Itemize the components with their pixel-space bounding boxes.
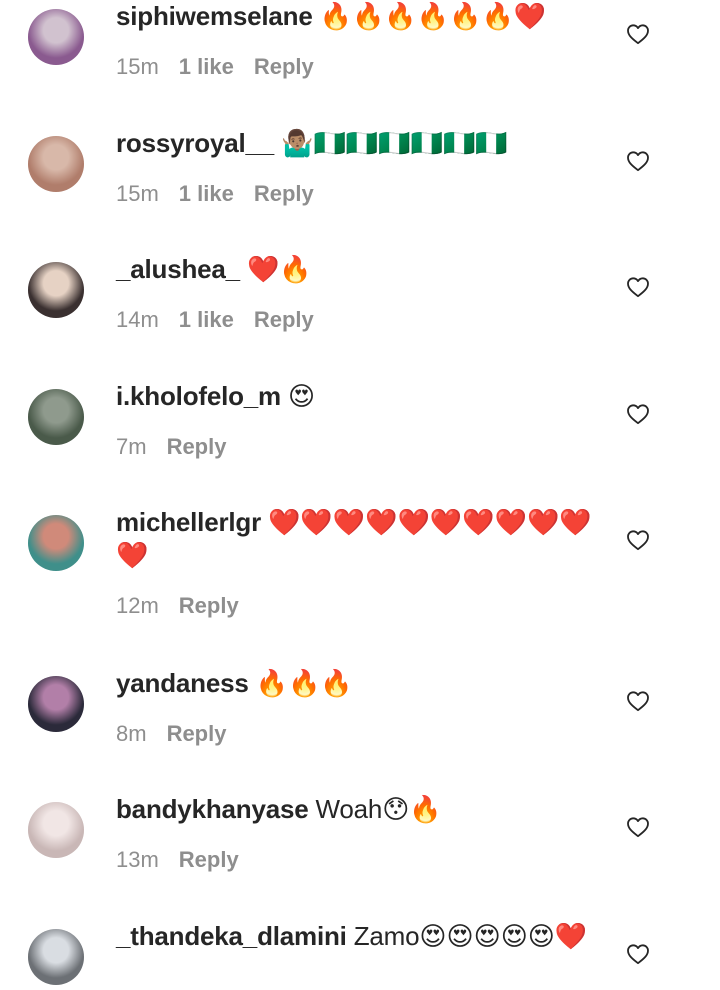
comment-body: yandaness 🔥🔥🔥 8m Reply xyxy=(116,667,596,748)
comment-meta: 15m 1 like Reply xyxy=(116,180,596,208)
comment-emoji: 😍😍😍😍😍❤️ xyxy=(419,922,588,952)
username[interactable]: rossyroyal__ xyxy=(116,128,274,158)
avatar-image xyxy=(28,515,84,571)
reply-button[interactable]: Reply xyxy=(179,847,239,872)
like-count[interactable]: 1 like xyxy=(179,307,234,332)
comment-list: siphiwemselane 🔥🔥🔥🔥🔥🔥❤️ 15m 1 like Reply ros… xyxy=(0,0,720,990)
avatar-image xyxy=(28,676,84,732)
comment-emoji: 🔥🔥🔥🔥🔥🔥❤️ xyxy=(319,2,547,32)
like-count[interactable]: 1 like xyxy=(179,54,234,79)
comment-meta: 7m Reply xyxy=(116,433,596,461)
avatar[interactable] xyxy=(28,9,84,65)
comment-text: Zamo xyxy=(353,921,420,951)
timestamp: 15m xyxy=(116,181,159,206)
reply-button[interactable]: Reply xyxy=(254,307,314,332)
like-heart-icon[interactable] xyxy=(626,150,650,172)
reply-button[interactable]: Reply xyxy=(254,54,314,79)
comment-body: bandykhanyase Woah😯🔥 13m Reply xyxy=(116,793,596,874)
comment-body: michellerlgr ❤️❤️❤️❤️❤️❤️❤️❤️❤️❤️❤️ 12m Re… xyxy=(116,506,596,620)
username[interactable]: michellerlgr xyxy=(116,507,261,537)
avatar-image xyxy=(28,136,84,192)
username[interactable]: i.kholofelo_m xyxy=(116,381,281,411)
username[interactable]: siphiwemselane xyxy=(116,1,313,31)
comment-line: bandykhanyase Woah😯🔥 xyxy=(116,793,596,826)
comment-body: _alushea_ ❤️🔥 14m 1 like Reply xyxy=(116,253,596,334)
like-heart-icon[interactable] xyxy=(626,816,650,838)
comment-emoji: 😯🔥 xyxy=(382,795,442,825)
avatar-image xyxy=(28,389,84,445)
comment-emoji: 🔥🔥🔥 xyxy=(255,669,353,699)
username[interactable]: _alushea_ xyxy=(116,254,240,284)
avatar[interactable] xyxy=(28,389,84,445)
username[interactable]: yandaness xyxy=(116,668,249,698)
timestamp: 15m xyxy=(116,54,159,79)
comment-body: siphiwemselane 🔥🔥🔥🔥🔥🔥❤️ 15m 1 like Reply xyxy=(116,0,596,81)
timestamp: 14m xyxy=(116,307,159,332)
comment-line: _alushea_ ❤️🔥 xyxy=(116,253,596,286)
avatar-image xyxy=(28,262,84,318)
avatar[interactable] xyxy=(28,515,84,571)
comment-text: Woah xyxy=(315,794,383,824)
avatar[interactable] xyxy=(28,262,84,318)
comment-body: _thandeka_dlamini Zamo😍😍😍😍😍❤️ xyxy=(116,920,596,953)
comment-meta: 15m 1 like Reply xyxy=(116,53,596,81)
avatar[interactable] xyxy=(28,136,84,192)
comment-meta: 8m Reply xyxy=(116,720,596,748)
timestamp: 7m xyxy=(116,434,147,459)
comment-body: rossyroyal__ 🤷🏽‍♂️🇳🇬🇳🇬🇳🇬🇳🇬🇳🇬🇳🇬 15m 1 like R… xyxy=(116,127,596,208)
avatar-image xyxy=(28,802,84,858)
reply-button[interactable]: Reply xyxy=(254,181,314,206)
like-heart-icon[interactable] xyxy=(626,690,650,712)
comment-line: yandaness 🔥🔥🔥 xyxy=(116,667,596,700)
reply-button[interactable]: Reply xyxy=(179,593,239,618)
timestamp: 8m xyxy=(116,721,147,746)
comment-line: _thandeka_dlamini Zamo😍😍😍😍😍❤️ xyxy=(116,920,596,953)
comment-line: siphiwemselane 🔥🔥🔥🔥🔥🔥❤️ xyxy=(116,0,596,33)
comment-emoji: 🤷🏽‍♂️🇳🇬🇳🇬🇳🇬🇳🇬🇳🇬🇳🇬 xyxy=(281,129,508,159)
comment-emoji: 😍 xyxy=(288,382,316,412)
avatar-image xyxy=(28,9,84,65)
timestamp: 12m xyxy=(116,593,159,618)
comment-line: rossyroyal__ 🤷🏽‍♂️🇳🇬🇳🇬🇳🇬🇳🇬🇳🇬🇳🇬 xyxy=(116,127,596,160)
like-heart-icon[interactable] xyxy=(626,23,650,45)
comment-body: i.kholofelo_m 😍 7m Reply xyxy=(116,380,596,461)
like-count[interactable]: 1 like xyxy=(179,181,234,206)
like-heart-icon[interactable] xyxy=(626,529,650,551)
comment-emoji: ❤️🔥 xyxy=(246,255,312,285)
comment-meta: 14m 1 like Reply xyxy=(116,306,596,334)
avatar-image xyxy=(28,929,84,985)
reply-button[interactable]: Reply xyxy=(167,721,227,746)
username[interactable]: bandykhanyase xyxy=(116,794,309,824)
comment-meta: 13m Reply xyxy=(116,846,596,874)
username[interactable]: _thandeka_dlamini xyxy=(116,921,347,951)
timestamp: 13m xyxy=(116,847,159,872)
avatar[interactable] xyxy=(28,676,84,732)
avatar[interactable] xyxy=(28,802,84,858)
comment-meta: 12m Reply xyxy=(116,592,596,620)
like-heart-icon[interactable] xyxy=(626,943,650,965)
like-heart-icon[interactable] xyxy=(626,276,650,298)
like-heart-icon[interactable] xyxy=(626,403,650,425)
reply-button[interactable]: Reply xyxy=(167,434,227,459)
avatar[interactable] xyxy=(28,929,84,985)
comment-line: i.kholofelo_m 😍 xyxy=(116,380,596,413)
comment-line: michellerlgr ❤️❤️❤️❤️❤️❤️❤️❤️❤️❤️❤️ xyxy=(116,506,596,572)
